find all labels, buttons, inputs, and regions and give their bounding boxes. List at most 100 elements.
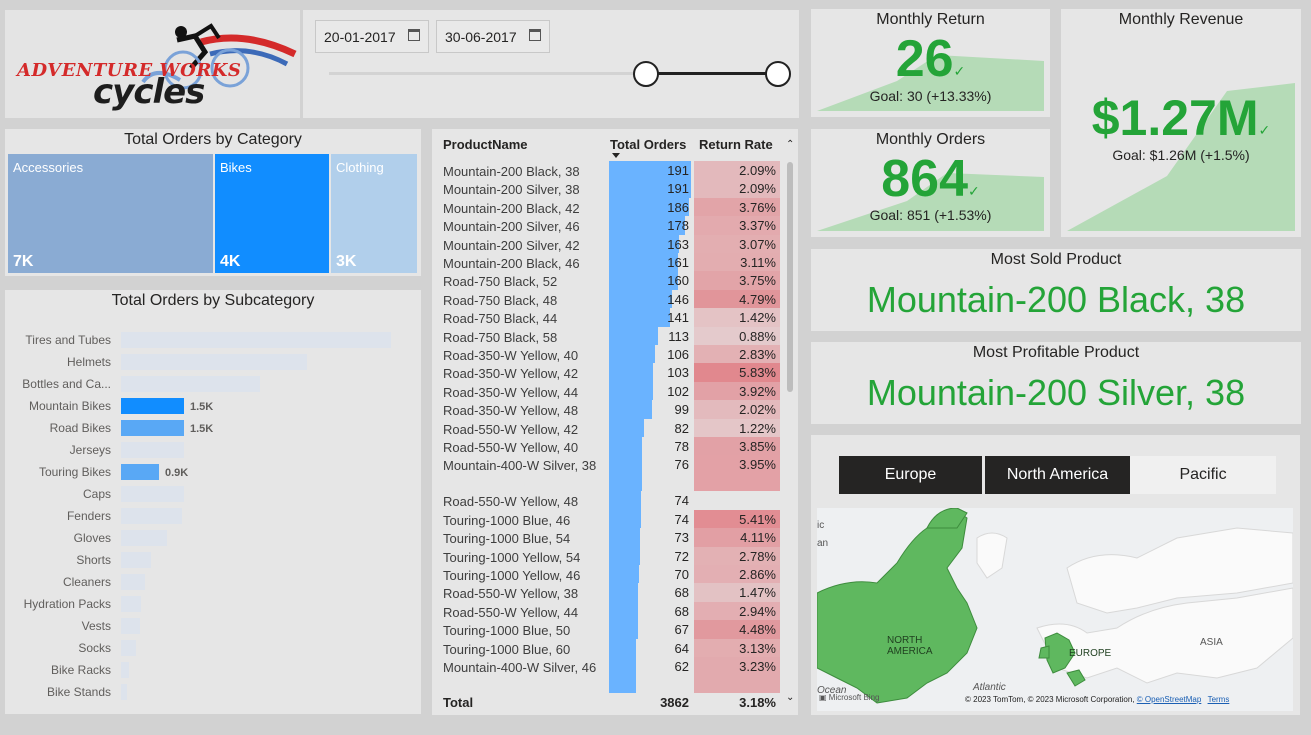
bar[interactable] <box>121 552 151 568</box>
table-row[interactable]: Road-550-W Yellow, 42 82 1.22% <box>432 418 782 437</box>
subcategory-row[interactable]: Gloves <box>5 530 421 546</box>
table-row[interactable]: Road-550-W Yellow, 44 68 2.94% <box>432 601 782 621</box>
subcategory-row[interactable]: Tires and Tubes <box>5 332 421 348</box>
region-button-north-america[interactable]: North America <box>985 456 1130 494</box>
product-name-cell: Road-550-W Yellow, 38 <box>443 586 579 602</box>
end-date-input[interactable]: 30-06-2017 <box>436 20 550 53</box>
region-button-europe[interactable]: Europe <box>839 456 982 494</box>
table-row[interactable]: Mountain-200 Black, 38 191 2.09% <box>432 161 782 180</box>
bar[interactable] <box>121 420 184 436</box>
table-total-row: Total 3862 3.18% <box>432 693 782 713</box>
subcategory-row[interactable]: Bottles and Ca... <box>5 376 421 392</box>
kpi-value-text: 26 <box>895 30 954 88</box>
bar[interactable] <box>121 530 167 546</box>
subcategory-row[interactable]: Cleaners <box>5 574 421 590</box>
subcategory-row[interactable]: Socks <box>5 640 421 656</box>
total-orders-cell: 106 <box>667 347 689 362</box>
subcategory-row[interactable]: Hydration Packs <box>5 596 421 612</box>
bar[interactable] <box>121 574 145 590</box>
treemap-tile-bikes[interactable]: Bikes 4K <box>215 154 329 273</box>
slider-end-handle[interactable] <box>765 61 791 87</box>
table-row[interactable]: Mountain-400-W Silver, 46 62 3.23% <box>432 657 782 693</box>
bar[interactable] <box>121 354 307 370</box>
table-row[interactable]: Road-350-W Yellow, 48 99 2.02% <box>432 400 782 419</box>
subcategory-row[interactable]: Shorts <box>5 552 421 568</box>
bar[interactable] <box>121 640 136 656</box>
table-row[interactable]: Road-350-W Yellow, 42 103 5.83% <box>432 363 782 382</box>
subcategory-row[interactable]: Fenders <box>5 508 421 524</box>
monthly-revenue-card: Monthly Revenue $1.27M✓ Goal: $1.26M (+1… <box>1061 9 1301 237</box>
filled-map[interactable]: ic an NORTH AMERICA EUROPE ASIA Atlantic… <box>817 508 1293 711</box>
table-row[interactable]: Mountain-200 Silver, 42 163 3.07% <box>432 234 782 253</box>
table-row[interactable]: Road-350-W Yellow, 44 102 3.92% <box>432 381 782 401</box>
scrollbar-thumb[interactable] <box>787 162 793 392</box>
column-header-return-rate[interactable]: Return Rate <box>699 137 773 152</box>
table-row[interactable]: Road-350-W Yellow, 40 106 2.83% <box>432 345 782 364</box>
table-row[interactable]: Road-550-W Yellow, 40 78 3.85% <box>432 437 782 456</box>
sort-descending-icon[interactable] <box>612 153 620 158</box>
table-row[interactable]: Mountain-200 Silver, 38 191 2.09% <box>432 179 782 198</box>
bar[interactable] <box>121 662 129 678</box>
bar[interactable] <box>121 486 184 502</box>
start-date-input[interactable]: 20-01-2017 <box>315 20 429 53</box>
return-rate-cell: 3.75% <box>739 273 776 289</box>
subcategory-row[interactable]: Mountain Bikes 1.5K <box>5 398 421 414</box>
slider-start-handle[interactable] <box>633 61 659 87</box>
scroll-up-icon[interactable]: ⌃ <box>786 139 794 150</box>
treemap-tile-accessories[interactable]: Accessories 7K <box>8 154 213 273</box>
subcategory-row[interactable]: Caps <box>5 486 421 502</box>
bar[interactable] <box>121 684 127 700</box>
treemap-tile-clothing[interactable]: Clothing 3K <box>331 154 417 273</box>
calendar-icon[interactable] <box>408 29 420 41</box>
table-row[interactable]: Touring-1000 Blue, 60 64 3.13% <box>432 638 782 657</box>
terms-link[interactable]: Terms <box>1208 695 1230 704</box>
total-orders-cell: 163 <box>667 236 689 252</box>
scroll-down-icon[interactable]: ⌄ <box>786 692 794 703</box>
table-row[interactable]: Mountain-200 Black, 42 186 3.76% <box>432 197 782 217</box>
subcategory-row[interactable]: Helmets <box>5 354 421 370</box>
map-label-asia: ASIA <box>1200 637 1223 648</box>
subcategory-row[interactable]: Bike Racks <box>5 662 421 678</box>
table-row[interactable]: Mountain-200 Black, 46 161 3.11% <box>432 253 782 272</box>
bar[interactable] <box>121 508 182 524</box>
bar[interactable] <box>121 464 159 480</box>
bar[interactable] <box>121 398 184 414</box>
table-row[interactable]: Touring-1000 Blue, 50 67 4.48% <box>432 620 782 639</box>
table-row[interactable]: Touring-1000 Blue, 54 73 4.11% <box>432 528 782 547</box>
region-button-pacific[interactable]: Pacific <box>1130 456 1276 494</box>
table-scrollbar[interactable]: ⌃ ⌄ <box>786 139 794 703</box>
return-rate-cell: 2.09% <box>739 181 776 197</box>
kpi-value: $1.27M✓ <box>1061 89 1301 147</box>
table-row[interactable]: Road-750 Black, 52 160 3.75% <box>432 271 782 290</box>
bar[interactable] <box>121 442 184 458</box>
bar[interactable] <box>121 618 140 634</box>
subcategory-row[interactable]: Road Bikes 1.5K <box>5 420 421 436</box>
bar[interactable] <box>121 596 141 612</box>
subcategory-row[interactable]: Touring Bikes 0.9K <box>5 464 421 480</box>
subcategory-row[interactable]: Bike Stands <box>5 684 421 700</box>
table-row[interactable]: Road-750 Black, 58 113 0.88% <box>432 326 782 345</box>
bar-data-label: 1.5K <box>190 401 214 413</box>
table-row[interactable]: Road-550-W Yellow, 48 74 <box>432 491 782 510</box>
column-header-productname[interactable]: ProductName <box>443 137 528 152</box>
return-rate-cell: 2.78% <box>739 548 776 564</box>
bar-label: Fenders <box>66 509 111 523</box>
bar[interactable] <box>121 332 391 348</box>
table-row[interactable]: Road-750 Black, 44 141 1.42% <box>432 308 782 327</box>
calendar-icon[interactable] <box>529 29 541 41</box>
table-row[interactable]: Touring-1000 Blue, 46 74 5.41% <box>432 509 782 529</box>
openstreetmap-link[interactable]: © OpenStreetMap <box>1137 695 1202 704</box>
product-name-cell: Road-750 Black, 44 <box>443 311 558 327</box>
column-header-total-orders[interactable]: Total Orders <box>610 137 686 152</box>
table-row[interactable]: Mountain-200 Silver, 46 178 3.37% <box>432 216 782 235</box>
bar[interactable] <box>121 376 260 392</box>
table-row[interactable]: Road-750 Black, 48 146 4.79% <box>432 289 782 309</box>
table-row[interactable]: Mountain-400-W Silver, 38 76 3.95% <box>432 455 782 492</box>
table-row[interactable]: Touring-1000 Yellow, 54 72 2.78% <box>432 546 782 565</box>
subcategory-row[interactable]: Jerseys <box>5 442 421 458</box>
table-row[interactable]: Road-550-W Yellow, 38 68 1.47% <box>432 583 782 602</box>
subcategory-row[interactable]: Vests <box>5 618 421 634</box>
product-name-cell: Road-550-W Yellow, 40 <box>443 440 579 455</box>
table-row[interactable]: Touring-1000 Yellow, 46 70 2.86% <box>432 565 782 584</box>
total-orders-cell: 62 <box>674 659 689 674</box>
